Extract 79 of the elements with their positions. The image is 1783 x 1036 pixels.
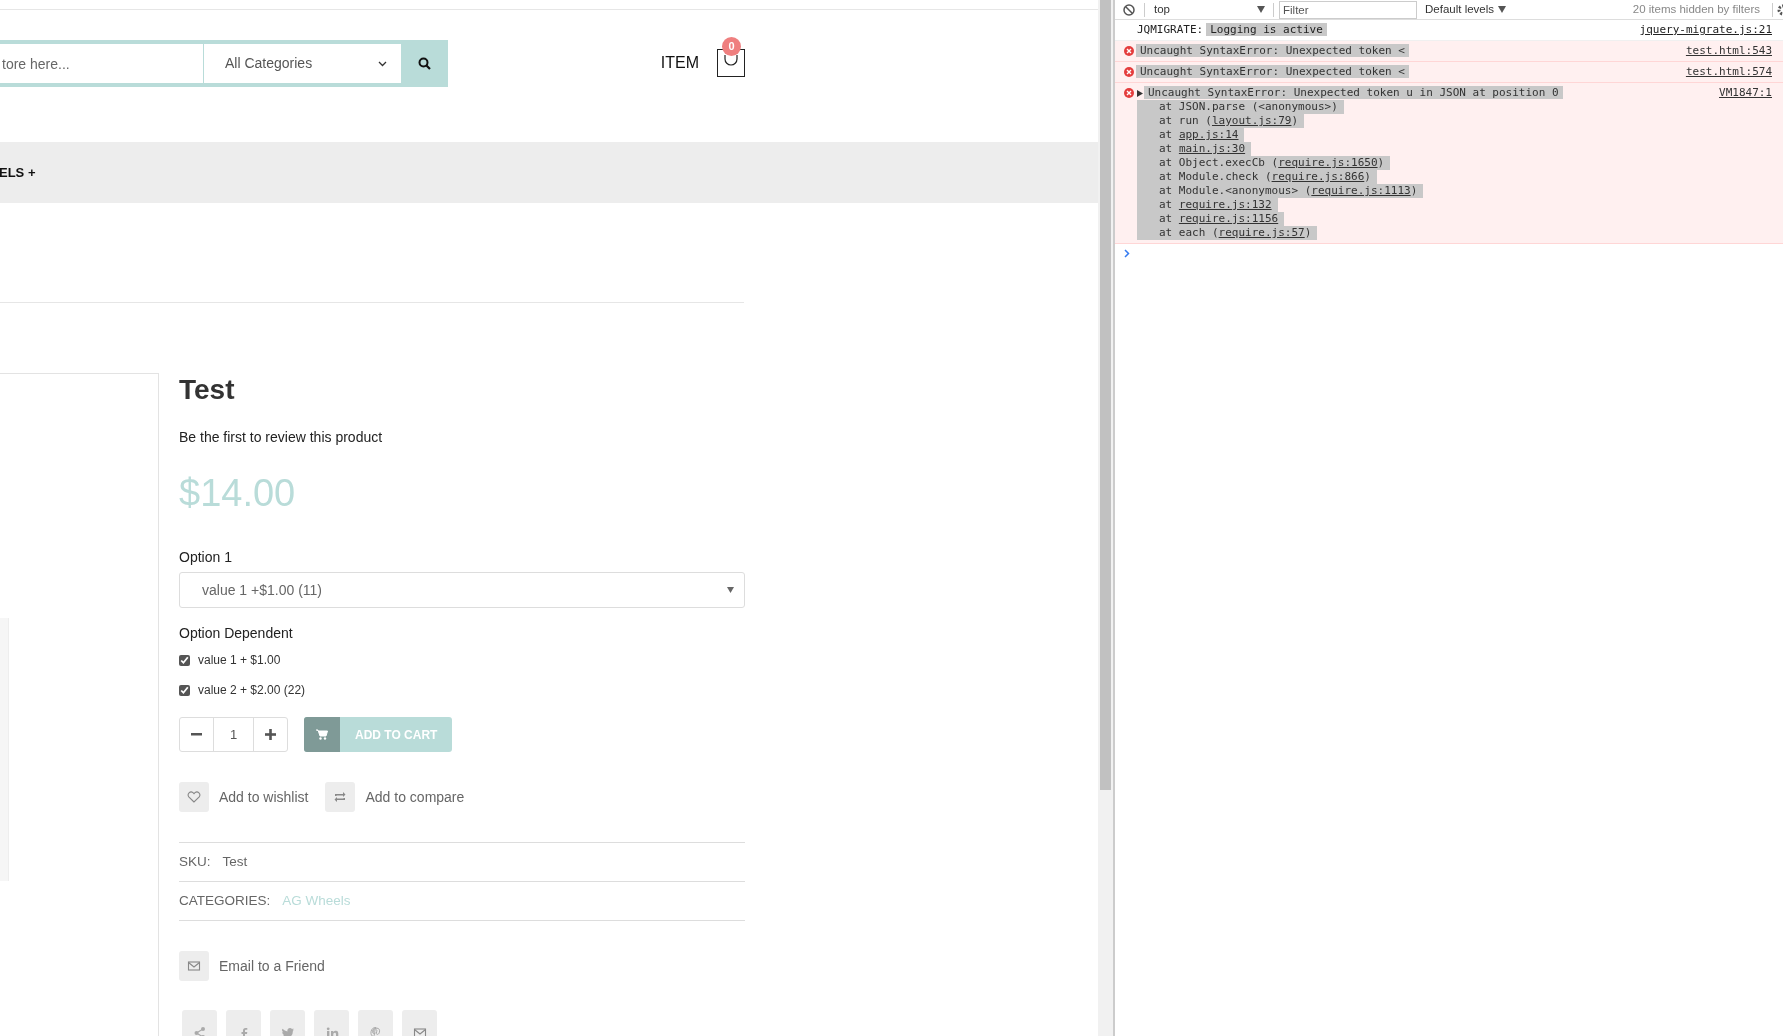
checkbox-label: value 2 + $2.00 (22)	[198, 683, 306, 697]
wishlist-icon-button[interactable]	[179, 782, 209, 812]
option-select[interactable]: value 1 +$1.00 (11)	[179, 572, 745, 608]
share-button[interactable]	[270, 1010, 305, 1036]
source-link[interactable]: main.js:30	[1178, 142, 1246, 155]
dropdown-triangle-icon	[1257, 6, 1265, 13]
share-button[interactable]	[314, 1010, 349, 1036]
option-label: Option Dependent	[179, 624, 293, 642]
source-link[interactable]: require.js:1113	[1311, 184, 1411, 197]
twitter-icon	[280, 1025, 295, 1036]
source-link[interactable]: test.html:543	[1685, 44, 1772, 57]
email-friend-link[interactable]: Email to a Friend	[219, 955, 325, 977]
source-link[interactable]: jquery-migrate.js:21	[1639, 23, 1772, 36]
console-message: Uncaught SyntaxError: Unexpected token <	[1137, 65, 1409, 78]
checkbox-label: value 1 + $1.00	[198, 653, 281, 667]
share-button[interactable]	[226, 1010, 261, 1036]
minus-icon	[191, 733, 202, 736]
clear-console-icon[interactable]	[1123, 3, 1135, 16]
console-message: JQMIGRATE: Logging is active	[1137, 23, 1327, 36]
meta-value: Test	[222, 852, 248, 871]
pinterest-icon	[368, 1025, 383, 1036]
compare-icon-button[interactable]	[325, 782, 356, 812]
error-icon	[1124, 46, 1134, 56]
email-icon-button[interactable]	[179, 951, 209, 981]
source-link[interactable]: VM1847:1	[1719, 86, 1772, 99]
envelope-icon	[187, 959, 201, 973]
nav-item[interactable]: ELS +	[0, 162, 36, 183]
context-label: top	[1154, 1, 1170, 17]
prompt-chevron-icon[interactable]	[1124, 249, 1130, 258]
swap-arrows-icon	[333, 790, 348, 804]
console-message: Uncaught SyntaxError: Unexpected token <	[1137, 44, 1409, 57]
filter-field[interactable]: Filter	[1279, 0, 1417, 19]
product-price: $14.00	[179, 471, 296, 515]
search-field[interactable]: tore here...	[0, 44, 203, 83]
source-link[interactable]: require.js:57	[1218, 226, 1305, 239]
expand-triangle-icon[interactable]	[1137, 89, 1143, 97]
option-label: Option 1	[179, 548, 232, 566]
share-button[interactable]	[182, 1010, 217, 1036]
share-icon	[192, 1025, 207, 1036]
meta-label: CATEGORIES:	[179, 891, 271, 910]
product-title: Test	[179, 373, 236, 407]
plus-icon	[265, 729, 276, 740]
levels-dropdown[interactable]: Default levels	[1425, 0, 1507, 19]
source-link[interactable]: layout.js:79	[1212, 114, 1292, 127]
source-link[interactable]: require.js:1156	[1178, 212, 1279, 225]
review-link[interactable]: Be the first to review this product	[179, 428, 383, 446]
dropdown-arrow-icon	[727, 587, 734, 593]
source-link[interactable]: test.html:574	[1685, 65, 1772, 78]
envelope-icon	[412, 1025, 427, 1036]
scrollbar-thumb[interactable]	[1100, 0, 1111, 790]
context-dropdown[interactable]: top	[1145, 0, 1273, 20]
heart-icon	[187, 790, 201, 804]
quantity-stepper[interactable]: 1	[179, 717, 288, 752]
error-icon	[1124, 88, 1134, 98]
cart-label[interactable]: ITEM	[660, 51, 699, 75]
console-message: Uncaught SyntaxError: Unexpected token u in JSON at position 0	[1145, 86, 1563, 99]
chevron-down-icon	[378, 60, 387, 67]
checkbox[interactable]	[179, 654, 190, 666]
hidden-items-count: 20 items hidden by filters	[1632, 1, 1760, 17]
category-label: All Categories	[225, 54, 313, 73]
error-icon	[1124, 67, 1134, 77]
source-link[interactable]: require.js:132	[1178, 198, 1272, 211]
compare-link[interactable]: Add to compare	[365, 786, 465, 808]
share-button[interactable]	[402, 1010, 437, 1036]
quantity-field[interactable]: 1	[214, 718, 253, 751]
search-icon	[418, 57, 431, 70]
cart-count-badge: 0	[722, 37, 741, 56]
source-link[interactable]: app.js:14	[1178, 128, 1239, 141]
checkbox[interactable]	[179, 684, 190, 696]
wishlist-link[interactable]: Add to wishlist	[219, 786, 309, 808]
cart-icon	[316, 729, 328, 740]
levels-label: Default levels	[1425, 1, 1495, 17]
shopping-bag-icon[interactable]	[717, 49, 745, 77]
source-link[interactable]: require.js:866	[1271, 170, 1365, 183]
share-button[interactable]	[358, 1010, 393, 1036]
source-link[interactable]: require.js:1650	[1278, 156, 1378, 169]
dropdown-triangle-icon	[1498, 6, 1507, 13]
meta-label: SKU:	[179, 852, 211, 871]
linkedin-icon	[324, 1025, 339, 1036]
